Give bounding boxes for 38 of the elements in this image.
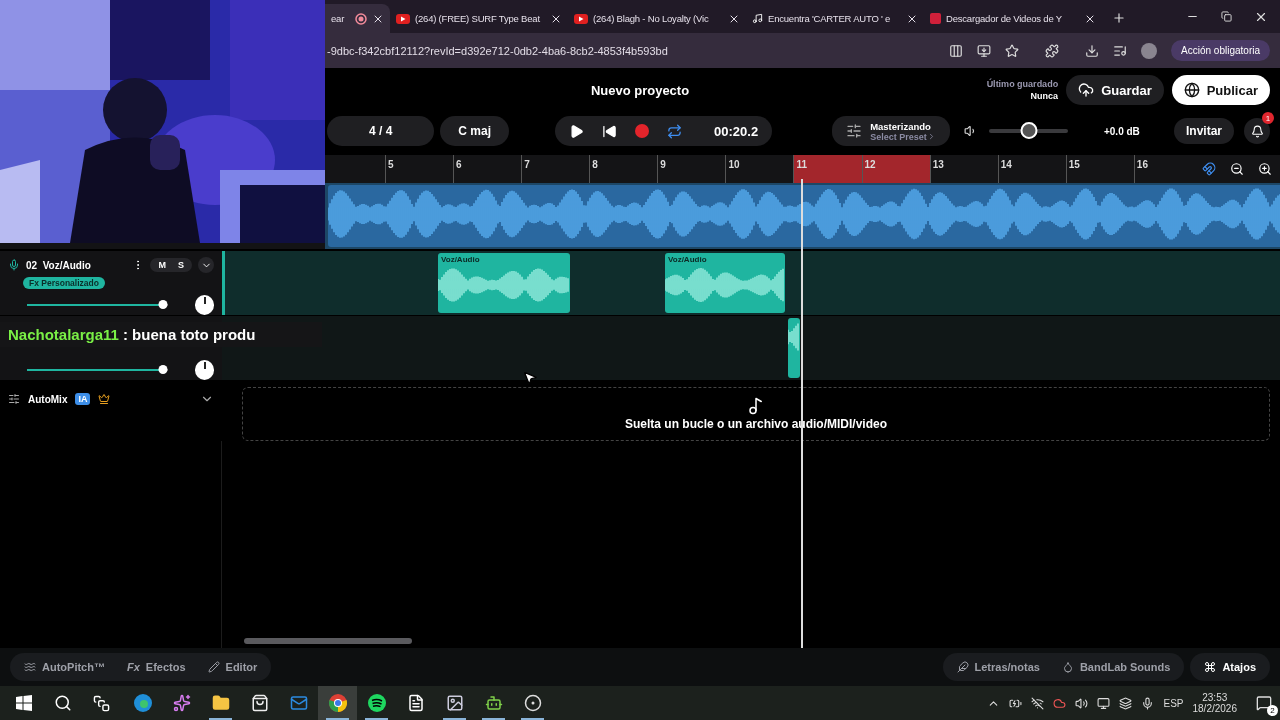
solo-button[interactable]: S: [178, 260, 184, 270]
last-saved-label: Último guardado: [986, 79, 1059, 89]
loop-region[interactable]: 11: [793, 155, 862, 183]
notification-count: 1: [1262, 112, 1274, 124]
toolbar-button[interactable]: AutoPitch™: [24, 661, 105, 673]
key-button[interactable]: C maj: [440, 116, 510, 146]
ai-badge: IA: [75, 393, 91, 405]
clock[interactable]: 23:53 18/2/2026: [1192, 692, 1237, 714]
audio-clip[interactable]: Voz/Audio: [438, 253, 570, 313]
time-signature-button[interactable]: 4 / 4: [327, 116, 435, 146]
last-saved-value: Nunca: [1030, 91, 1059, 101]
browser-tab[interactable]: (264) (FREE) SURF Type Beat: [390, 4, 568, 33]
notification-count: 2: [1267, 705, 1278, 716]
automix-label: AutoMix: [28, 393, 68, 405]
action-required-button[interactable]: Acción obligatoria: [1171, 40, 1270, 61]
fx-preset-badge[interactable]: Fx Personalizado: [23, 277, 105, 289]
toolbar-button[interactable]: Editor: [207, 661, 258, 673]
gain-reading: +0.0 dB: [1103, 125, 1141, 137]
language-indicator[interactable]: ESP: [1163, 697, 1184, 709]
browser-tab[interactable]: Descargador de Videos de Y: [924, 4, 1102, 33]
loop-region[interactable]: 12: [861, 155, 930, 183]
mastering-button[interactable]: Masterizando Select Preset: [832, 116, 950, 146]
browser-tab[interactable]: Encuentra 'CARTER AUTO ' e: [746, 4, 924, 33]
time-display: 00:20.2: [714, 123, 759, 139]
chat-message: Nachotalarga11 : buena toto produ: [8, 326, 256, 343]
publish-button[interactable]: Publicar: [1171, 75, 1270, 105]
toolbar-button[interactable]: Fx Efectos: [126, 661, 186, 673]
audio-clip[interactable]: Voz/Audio: [665, 253, 785, 313]
toolbar-button[interactable]: Letras/notas: [956, 661, 1040, 673]
track-name[interactable]: 02 Voz/Audio: [26, 259, 127, 271]
invite-button[interactable]: Invitar: [1174, 118, 1234, 144]
project-title: Nuevo proyecto: [590, 82, 690, 98]
browser-tab[interactable]: ear: [325, 4, 390, 33]
url-text[interactable]: -9dbc-f342cbf12112?revId=d392e712-0db2-4ba6-8cb2-4853f4b593bd: [327, 44, 936, 57]
save-button[interactable]: Guardar: [1066, 75, 1164, 105]
browser-tab[interactable]: (264) Blagh - No Loyalty (Vic: [568, 4, 746, 33]
toolbar-button[interactable]: BandLab Sounds: [1061, 661, 1171, 673]
mute-button[interactable]: M: [158, 260, 166, 270]
